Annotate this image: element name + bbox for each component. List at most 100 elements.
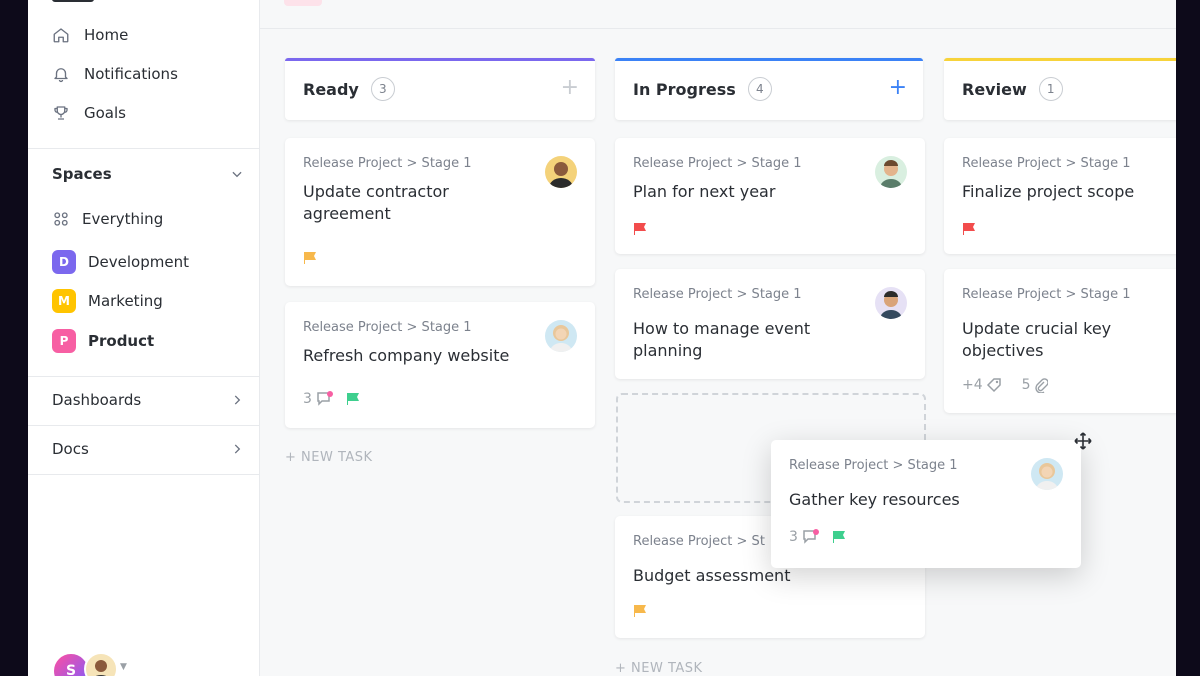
- task-breadcrumb: Release Project > Stage 1: [303, 320, 472, 335]
- chevron-right-icon: [234, 444, 241, 454]
- assignee-avatar[interactable]: [875, 156, 907, 188]
- column-count: 4: [747, 77, 772, 101]
- person-avatar-icon: [1036, 463, 1058, 490]
- new-task-button[interactable]: + NEW TASK: [615, 661, 703, 676]
- space-marketing[interactable]: M Marketing: [52, 289, 163, 313]
- nav-goals[interactable]: Goals: [52, 102, 126, 124]
- task-breadcrumb: Release Project > Stage 1: [962, 287, 1131, 302]
- tag-icon: [986, 378, 1001, 393]
- column-count: 3: [370, 77, 395, 101]
- task-card[interactable]: Release Project > Stage 1 Refresh compan…: [285, 302, 595, 428]
- task-title: Plan for next year: [633, 182, 776, 201]
- task-card[interactable]: Release Project > Stage 1 Finalize proje…: [944, 138, 1176, 254]
- sidebar-divider: [28, 376, 259, 377]
- app-logo: [52, 0, 94, 2]
- task-meta: [633, 222, 647, 236]
- bell-icon: [54, 68, 68, 83]
- grid-icon: [54, 212, 68, 226]
- spaces-header[interactable]: Spaces: [52, 163, 244, 185]
- task-title: How to manage event planning: [633, 319, 811, 360]
- top-bar: [260, 0, 1176, 29]
- flag-icon[interactable]: [633, 222, 647, 236]
- task-breadcrumb: Release Project > Stage 1: [789, 458, 958, 473]
- comment-count[interactable]: 3: [789, 529, 820, 545]
- sidebar-divider: [28, 425, 259, 426]
- new-task-button[interactable]: + NEW TASK: [285, 450, 373, 465]
- task-card[interactable]: Release Project > Stage 1 Plan for next …: [615, 138, 925, 254]
- task-card[interactable]: Release Project > Stage 1 Update crucial…: [944, 269, 1176, 413]
- move-cursor-icon: [1074, 432, 1092, 450]
- assignee-avatar[interactable]: [875, 287, 907, 319]
- flag-icon[interactable]: [633, 604, 647, 618]
- person-avatar-icon: [549, 162, 573, 188]
- comment-icon: [803, 529, 819, 544]
- column-title: Review: [962, 79, 1027, 99]
- assignee-avatar[interactable]: [545, 320, 577, 352]
- dragged-task-card[interactable]: Release Project > Stage 1 Gather key res…: [771, 440, 1081, 568]
- task-breadcrumb: Release Project > Stage 1: [303, 156, 472, 171]
- person-avatar-icon: [880, 291, 902, 319]
- space-badge: M: [52, 289, 76, 313]
- column-title: In Progress: [633, 79, 736, 99]
- chevron-down-icon[interactable]: ▼: [120, 662, 127, 672]
- nav-notifications-label: Notifications: [84, 65, 178, 83]
- teammate-avatar[interactable]: [84, 652, 118, 676]
- task-meta: [962, 222, 976, 236]
- nav-goals-label: Goals: [84, 104, 126, 122]
- space-development[interactable]: D Development: [52, 250, 189, 274]
- person-avatar-icon: [550, 325, 572, 352]
- tag-count-value: +4: [962, 377, 983, 393]
- nav-home[interactable]: Home: [52, 24, 128, 46]
- column-accent-bar: [615, 58, 923, 61]
- space-badge: P: [52, 329, 76, 353]
- task-title: Refresh company website: [303, 346, 510, 365]
- assignee-avatar[interactable]: [545, 156, 577, 188]
- task-meta: 3: [789, 529, 846, 545]
- home-icon: [53, 28, 69, 43]
- assignee-avatar[interactable]: [1031, 458, 1063, 490]
- flag-icon[interactable]: [832, 530, 846, 544]
- column-count: 1: [1038, 77, 1063, 101]
- task-meta: [303, 251, 317, 265]
- flag-icon[interactable]: [303, 251, 317, 265]
- add-task-icon[interactable]: +: [561, 77, 579, 99]
- nav-notifications[interactable]: Notifications: [52, 63, 178, 85]
- app-window: Home Notifications Goals Spaces Everythi…: [28, 0, 1176, 676]
- chevron-right-icon: [234, 395, 241, 405]
- column-header-ready: Ready 3 +: [285, 58, 595, 120]
- task-card[interactable]: Release Project > Stage 1 How to manage …: [615, 269, 925, 379]
- attachment-count[interactable]: 5: [1022, 377, 1048, 393]
- attachment-count-value: 5: [1021, 377, 1031, 393]
- task-title: Update crucial key objectives: [962, 319, 1112, 360]
- space-everything-label: Everything: [82, 210, 164, 228]
- paperclip-icon: [1034, 378, 1048, 393]
- tag-count[interactable]: +4: [962, 377, 1002, 393]
- task-title: Gather key resources: [789, 490, 960, 509]
- view-tab[interactable]: [284, 0, 322, 6]
- chevron-down-icon: [232, 171, 242, 178]
- space-label: Product: [88, 332, 155, 350]
- space-label: Development: [88, 253, 189, 271]
- dashboards-label: Dashboards: [52, 391, 142, 409]
- flag-icon[interactable]: [962, 222, 976, 236]
- comment-count-value: 3: [303, 391, 312, 407]
- sidebar: Home Notifications Goals Spaces Everythi…: [28, 0, 260, 676]
- docs-row[interactable]: Docs: [52, 438, 244, 460]
- docs-label: Docs: [52, 440, 89, 458]
- task-card[interactable]: Release Project > Stage 1 Update contrac…: [285, 138, 595, 286]
- column-accent-bar: [285, 58, 595, 61]
- comment-count[interactable]: 3: [303, 391, 334, 407]
- sidebar-divider: [28, 148, 259, 149]
- space-everything[interactable]: Everything: [52, 207, 163, 231]
- column-title: Ready: [303, 79, 359, 99]
- task-breadcrumb: Release Project > Stage 1: [633, 156, 802, 171]
- flag-icon[interactable]: [346, 392, 360, 406]
- dashboards-row[interactable]: Dashboards: [52, 389, 244, 411]
- add-task-icon[interactable]: +: [889, 77, 907, 99]
- task-title: Update contractor agreement: [303, 182, 449, 223]
- space-product[interactable]: P Product: [52, 329, 154, 353]
- comment-count-value: 3: [789, 529, 798, 545]
- task-breadcrumb: Release Project > Stage 1: [633, 287, 802, 302]
- sidebar-divider: [28, 474, 259, 475]
- task-title: Finalize project scope: [962, 182, 1135, 201]
